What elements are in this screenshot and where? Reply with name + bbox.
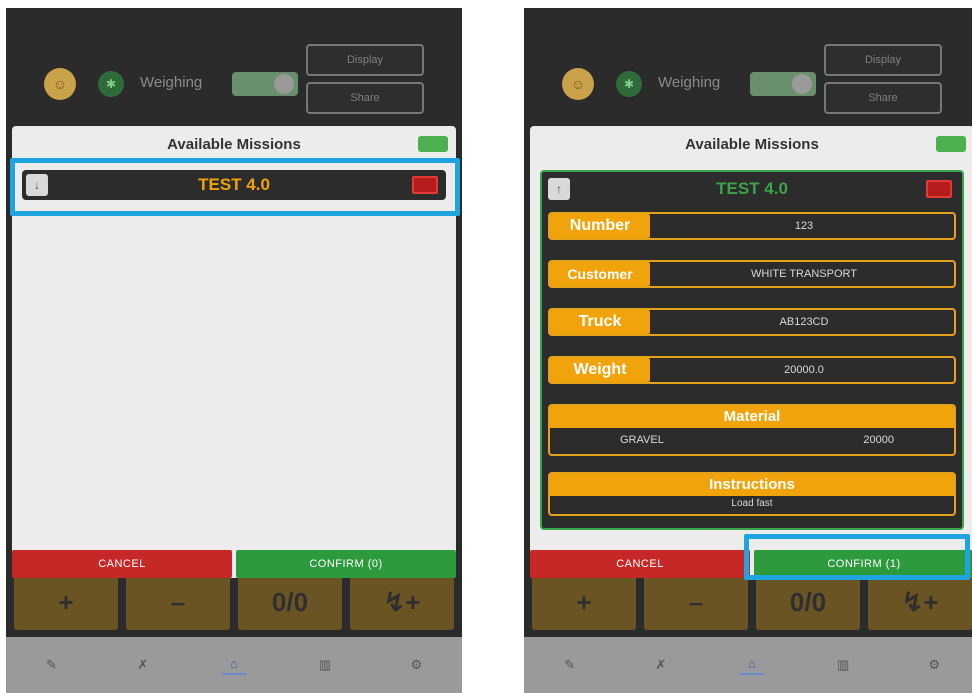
settings-nav-icon[interactable]: ⚙ [396, 657, 436, 673]
home-nav-icon[interactable]: ⌂ [732, 656, 772, 675]
field-value: 20000.0 [784, 364, 824, 376]
field-value: WHITE TRANSPORT [751, 268, 857, 280]
mission-details-card: ↑ TEST 4.0 Number 123 Customer WHITE TRA… [540, 170, 964, 530]
cancel-button[interactable]: CANCEL [12, 550, 232, 578]
bg-key-zero: 0/0 [238, 574, 342, 630]
mission-row-highlight [10, 158, 460, 216]
weighing-label: Weighing [658, 74, 721, 91]
background-keypad: + – 0/0 ↯+ [532, 574, 972, 630]
available-missions-dialog: Available Missions ↑ TEST 4.0 Number 123… [530, 126, 972, 578]
user-avatar-icon[interactable]: ☺ [44, 68, 76, 100]
weighing-label: Weighing [140, 74, 203, 91]
phone-screen-right: ☺ ✱ Weighing Display Share + – 0/0 ↯+ ✎ … [524, 8, 972, 693]
phone-screen-left: ☺ ✱ Weighing Display Share + – 0/0 ↯+ ✎ … [6, 8, 462, 693]
edit-nav-icon[interactable]: ✎ [550, 657, 590, 673]
field-label: Customer [550, 262, 650, 286]
material-row: GRAVEL 20000 [550, 428, 954, 454]
delete-mission-icon[interactable] [926, 180, 952, 198]
field-customer: Customer WHITE TRANSPORT [548, 260, 956, 288]
bg-key-minus: – [126, 574, 230, 630]
instructions-header: Instructions [550, 474, 954, 496]
material-name: GRAVEL [620, 434, 664, 446]
bg-key-zero: 0/0 [756, 574, 860, 630]
add-mission-button[interactable] [936, 136, 966, 152]
active-indicator [221, 672, 246, 675]
bg-key-tare: ↯+ [350, 574, 454, 630]
display-button[interactable]: Display [306, 44, 424, 76]
mission-name: TEST 4.0 [716, 179, 788, 198]
top-status-bar: ☺ ✱ Weighing Display Share [524, 44, 972, 124]
bg-key-plus: + [14, 574, 118, 630]
active-indicator [739, 672, 764, 675]
edit-nav-icon[interactable]: ✎ [32, 657, 72, 673]
bluetooth-status-icon: ✱ [98, 71, 124, 97]
background-keypad: + – 0/0 ↯+ [14, 574, 454, 630]
field-label: Weight [550, 358, 650, 382]
settings-nav-icon[interactable]: ⚙ [914, 657, 954, 673]
dialog-actions: CANCEL CONFIRM (0) [12, 550, 456, 578]
confirm-button[interactable]: CONFIRM (0) [236, 550, 456, 578]
dialog-title: Available Missions [167, 136, 301, 153]
bg-key-tare: ↯+ [868, 574, 972, 630]
field-value: AB123CD [779, 316, 829, 328]
instructions-text: Load fast [731, 498, 773, 509]
bluetooth-status-icon: ✱ [616, 71, 642, 97]
material-header: Material [550, 406, 954, 428]
home-icon: ⌂ [748, 655, 756, 671]
mission-row[interactable]: ↑ TEST 4.0 [544, 174, 960, 204]
field-label: Truck [550, 310, 650, 334]
stats-nav-icon[interactable]: ▥ [305, 657, 345, 673]
instructions-block: Instructions Load fast [548, 472, 956, 516]
share-button[interactable]: Share [824, 82, 942, 114]
display-button[interactable]: Display [824, 44, 942, 76]
field-label: Number [550, 214, 650, 238]
field-weight: Weight 20000.0 [548, 356, 956, 384]
home-nav-icon[interactable]: ⌂ [214, 656, 254, 675]
share-button[interactable]: Share [306, 82, 424, 114]
dialog-title: Available Missions [685, 136, 819, 153]
bg-key-minus: – [644, 574, 748, 630]
field-value: 123 [794, 220, 814, 232]
tools-nav-icon[interactable]: ✗ [641, 657, 681, 673]
top-status-bar: ☺ ✱ Weighing Display Share [6, 44, 462, 124]
user-avatar-icon[interactable]: ☺ [562, 68, 594, 100]
home-icon: ⌂ [230, 655, 238, 671]
bottom-navigation: ✎ ✗ ⌂ ▥ ⚙ [524, 637, 972, 693]
confirm-button-highlight [744, 534, 970, 580]
weighing-toggle[interactable] [750, 72, 816, 96]
add-mission-button[interactable] [418, 136, 448, 152]
bg-key-plus: + [532, 574, 636, 630]
field-number: Number 123 [548, 212, 956, 240]
stats-nav-icon[interactable]: ▥ [823, 657, 863, 673]
bottom-navigation: ✎ ✗ ⌂ ▥ ⚙ [6, 637, 462, 693]
field-truck: Truck AB123CD [548, 308, 956, 336]
material-amount: 20000 [863, 434, 894, 446]
weighing-toggle[interactable] [232, 72, 298, 96]
tools-nav-icon[interactable]: ✗ [123, 657, 163, 673]
cancel-button[interactable]: CANCEL [530, 550, 750, 578]
material-block: Material GRAVEL 20000 [548, 404, 956, 456]
